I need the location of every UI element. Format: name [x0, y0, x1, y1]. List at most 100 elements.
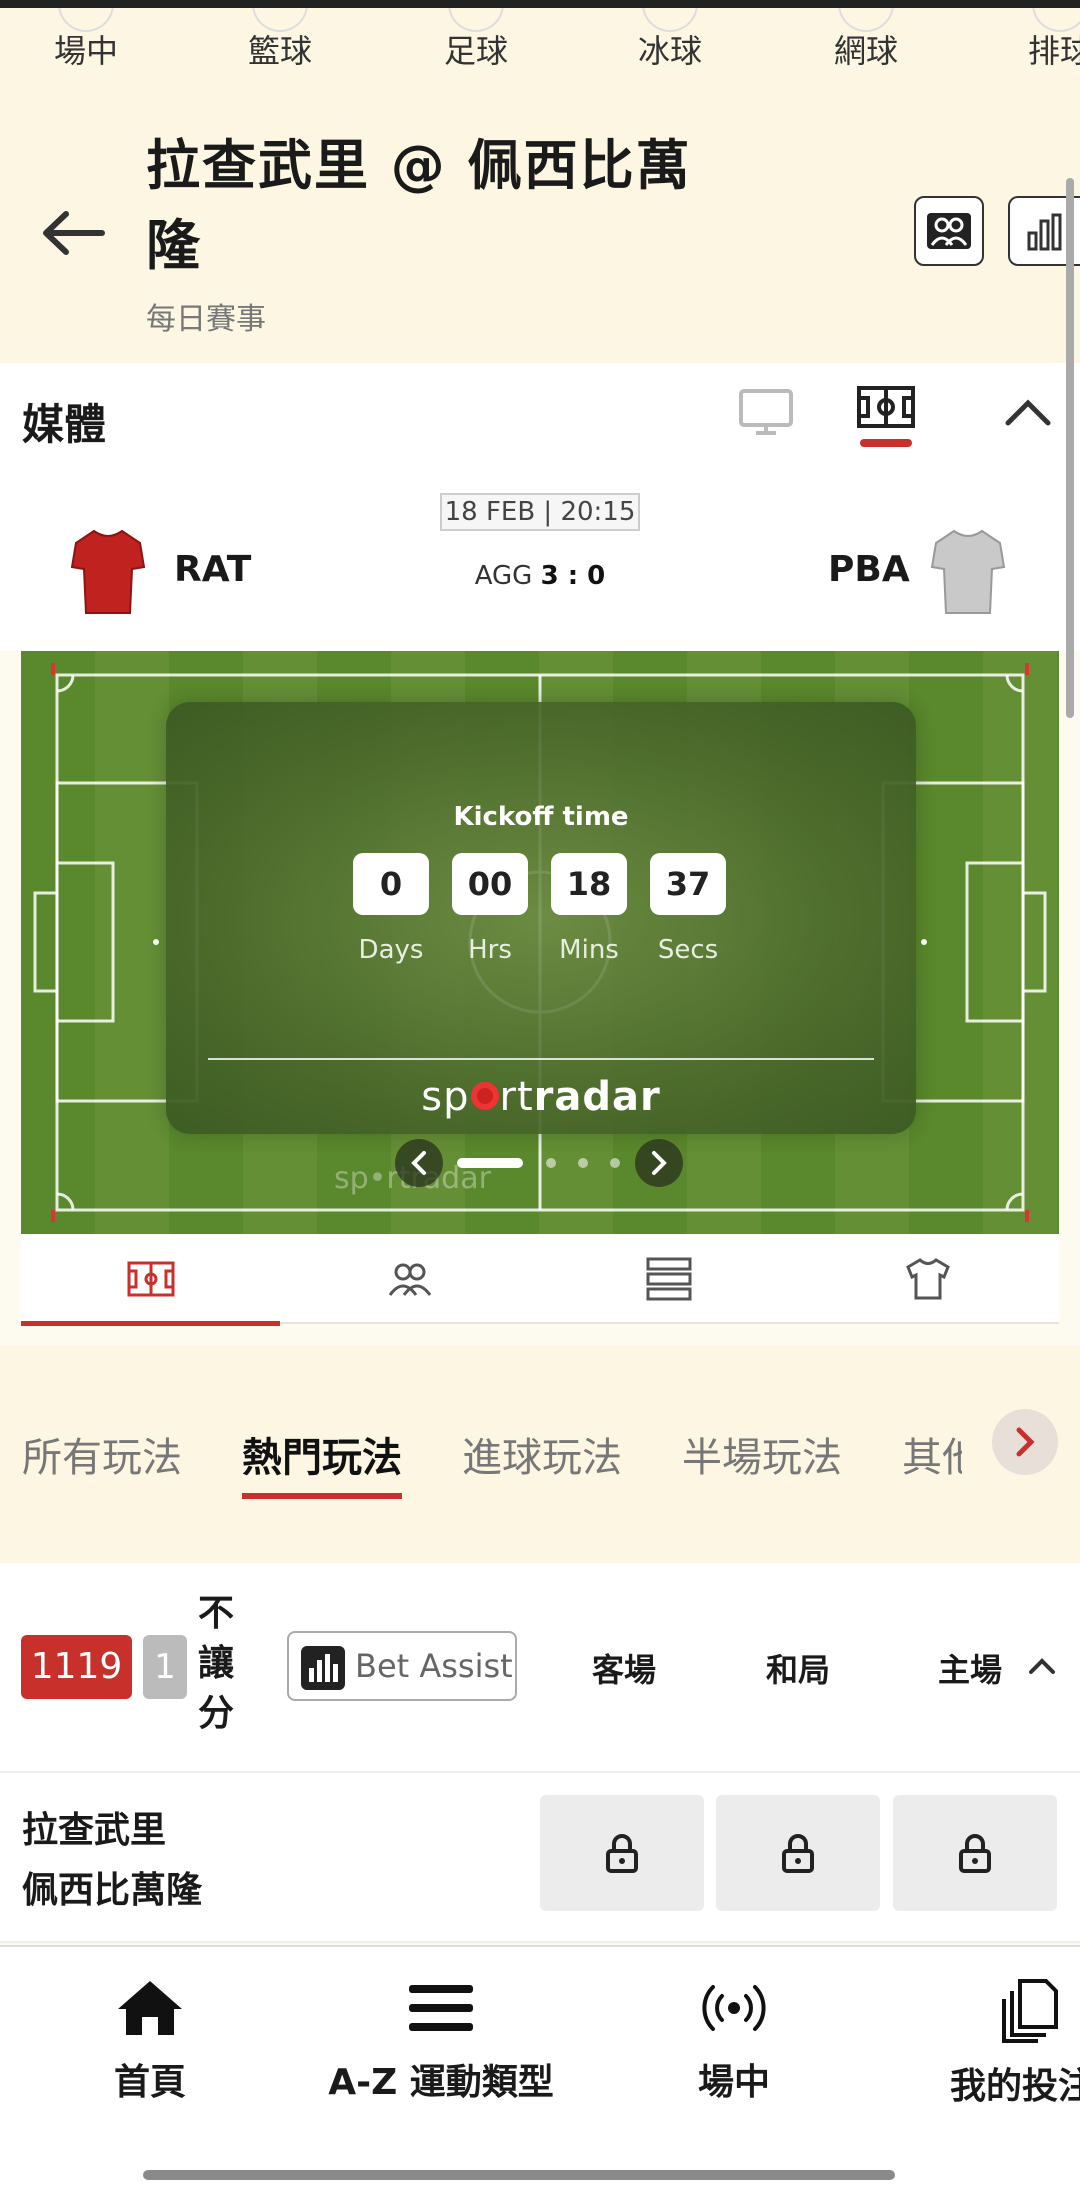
mins-label: Mins: [559, 935, 619, 965]
bet-category-tabs: 所有玩法 熱門玩法 進球玩法 半場玩法 其他: [0, 1345, 1080, 1563]
tab-stats-list[interactable]: [539, 1234, 798, 1324]
col-home: 主場: [938, 1651, 1003, 1689]
tab-lineups[interactable]: [280, 1234, 539, 1324]
nav-live[interactable]: 場中: [680, 1977, 788, 2105]
sport-tab-volleyball[interactable]: 排球: [1028, 8, 1080, 72]
nav-home-label: 首頁: [113, 2062, 186, 2103]
row-team-1: 拉查武里: [22, 1810, 167, 1851]
odds-cell-draw[interactable]: [716, 1795, 880, 1911]
title-line-2: 隆: [146, 214, 202, 277]
page-title: 拉查武里 @ 佩西比萬 隆: [146, 126, 706, 286]
countdown-hours: 00: [452, 853, 528, 915]
people-icon: [388, 1263, 431, 1296]
sport-tab-label: 場中: [54, 32, 119, 70]
pitch-view-icon[interactable]: [856, 385, 916, 447]
scoreboard: 18 FEB | 20:15 RAT AGG 3 : 0 PBA: [0, 473, 1080, 651]
sport-icon-outline: [838, 8, 894, 32]
secs-label: Secs: [657, 935, 719, 965]
market-name: 不讓分: [198, 1593, 235, 1734]
bet-assist-label: Bet Assist: [355, 1647, 513, 1685]
sport-tab-label: 籃球: [248, 32, 313, 70]
lock-icon: [782, 1834, 814, 1873]
nav-az-sports[interactable]: A-Z 運動類型: [316, 1977, 566, 2105]
countdown-days: 0: [353, 853, 429, 915]
lock-icon: [959, 1834, 991, 1873]
away-team-abbr: PBA: [828, 549, 910, 590]
back-arrow-icon[interactable]: [38, 208, 108, 258]
agg-score: AGG 3 : 0: [0, 561, 1080, 591]
sport-icon-outline: [252, 8, 308, 32]
tab-all-markets[interactable]: 所有玩法: [22, 1425, 182, 1483]
odds-row: 拉查武里 佩西比萬隆: [0, 1773, 1080, 1943]
bet-slip-icon: [1002, 1979, 1058, 2043]
carousel-dot[interactable]: [578, 1158, 588, 1168]
sport-tab-label: 網球: [834, 32, 899, 70]
tab-jersey[interactable]: [798, 1234, 1057, 1324]
title-line-1: 拉查武里 @ 佩西比萬: [146, 134, 692, 197]
chevron-right-icon[interactable]: [992, 1409, 1058, 1475]
tab-half-markets[interactable]: 半場玩法: [682, 1425, 842, 1483]
sport-icon-outline: [58, 8, 114, 32]
carousel-prev-icon[interactable]: [395, 1139, 443, 1187]
page-subtitle: 每日賽事: [146, 302, 266, 337]
bet-assist-button[interactable]: Bet Assist: [287, 1631, 517, 1701]
match-datetime: 18 FEB | 20:15: [440, 493, 640, 531]
sport-tab-live[interactable]: 場中: [54, 8, 119, 72]
active-indicator: [860, 439, 912, 447]
countdown-secs: 37: [650, 853, 726, 915]
nav-my-bets-label: 我的投注: [950, 2066, 1080, 2107]
people-icon: [927, 213, 971, 249]
chevron-up-icon[interactable]: [1004, 397, 1052, 431]
tab-pitch[interactable]: [21, 1234, 280, 1326]
sport-tab-icehockey[interactable]: 冰球: [638, 8, 703, 72]
media-bar: 媒體: [0, 363, 1080, 473]
tab-goal-markets[interactable]: 進球玩法: [462, 1425, 622, 1483]
nav-home[interactable]: 首頁: [88, 1977, 212, 2105]
media-title: 媒體: [22, 400, 107, 449]
status-strip: [0, 0, 1080, 8]
away-jersey-icon: [930, 527, 1006, 621]
market-header[interactable]: 1119 1 不讓分 Bet Assist 客場 和局 主場: [0, 1563, 1080, 1773]
hours-label: Hrs: [468, 935, 512, 965]
col-away: 客場: [592, 1651, 657, 1689]
menu-icon: [409, 1985, 473, 2031]
lineup-button[interactable]: [914, 196, 984, 266]
odds-cell-away[interactable]: [540, 1795, 704, 1911]
tab-other-markets[interactable]: 其他: [902, 1425, 962, 1483]
odds-cell-home[interactable]: [893, 1795, 1057, 1911]
countdown-mins: 18: [551, 853, 627, 915]
home-icon: [118, 1981, 182, 2035]
bottom-nav: 首頁 A-Z 運動類型 場中 我的投注: [0, 1945, 1080, 2188]
lock-icon: [606, 1834, 638, 1873]
carousel-dot-active[interactable]: [457, 1158, 523, 1168]
carousel-dot[interactable]: [610, 1158, 620, 1168]
countdown-overlay: Kickoff time 0 00 18 37 Days Hrs Mins Se…: [166, 702, 916, 1134]
divider: [208, 1058, 874, 1060]
sport-tab-football[interactable]: 足球: [444, 8, 508, 72]
agg-label: AGG: [474, 561, 533, 591]
carousel-next-icon[interactable]: [635, 1139, 683, 1187]
match-tracker-pitch: Kickoff time 0 00 18 37 Days Hrs Mins Se…: [21, 651, 1059, 1234]
tab-popular-markets[interactable]: 熱門玩法: [242, 1425, 402, 1499]
sport-tab-tennis[interactable]: 網球: [834, 8, 899, 72]
bet-assist-icon: [301, 1646, 345, 1690]
market-id-badge: 1119: [21, 1635, 132, 1699]
pitch-icon: [127, 1261, 174, 1297]
agg-value: 3 : 0: [540, 561, 606, 591]
home-indicator[interactable]: [143, 2170, 895, 2180]
sport-icon-outline: [642, 8, 698, 32]
col-draw: 和局: [766, 1651, 831, 1689]
row-team-2: 佩西比萬隆: [22, 1870, 203, 1911]
market-count-badge: 1: [143, 1635, 187, 1699]
tv-icon[interactable]: [738, 387, 794, 443]
carousel-dot[interactable]: [546, 1158, 556, 1168]
scrollbar[interactable]: [1066, 178, 1074, 718]
live-broadcast-icon: [702, 1985, 766, 2031]
sport-tab-basketball[interactable]: 籃球: [248, 8, 313, 72]
chevron-up-icon[interactable]: [1028, 1657, 1056, 1679]
nav-my-bets[interactable]: 我的投注: [950, 1977, 1080, 2109]
sport-tab-label: 冰球: [638, 32, 703, 70]
sport-icon-outline: [448, 8, 504, 32]
sportradar-logo: sp rtradar: [421, 1074, 661, 1120]
sport-tab-label: 排球: [1028, 32, 1080, 70]
